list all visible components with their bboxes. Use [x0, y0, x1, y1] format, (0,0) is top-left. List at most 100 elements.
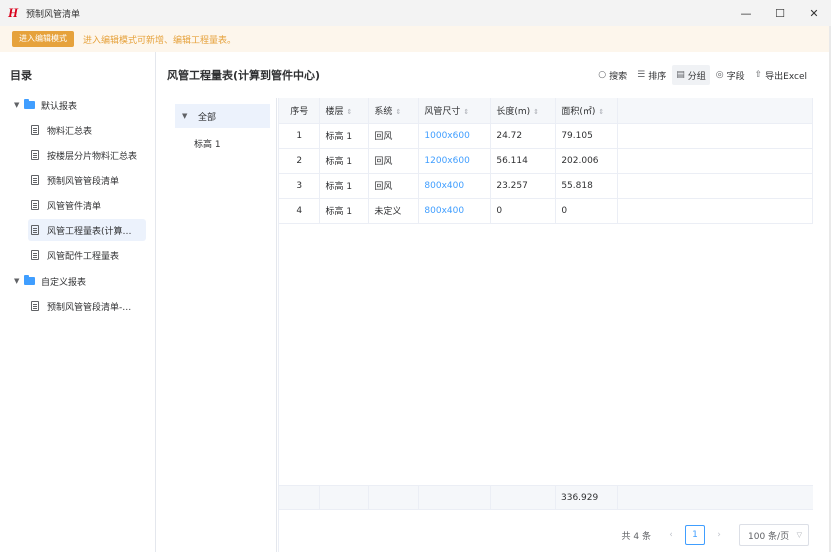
fields-button[interactable]: ◎ 字段 [712, 65, 749, 85]
page-number-button[interactable]: 1 [685, 525, 705, 545]
search-button[interactable]: ○ 搜索 [594, 65, 631, 85]
summary-cell [279, 486, 320, 509]
page-size-select[interactable]: 100 条/页 ▽ [739, 524, 809, 546]
page-title: 风管工程量表(计算到管件中心) [167, 69, 321, 82]
cell-system: 回风 [368, 123, 420, 149]
sidebar-item-floor-material-summary[interactable]: 按楼层分片物料汇总表 [28, 144, 146, 166]
document-icon [31, 125, 39, 135]
enter-edit-mode-button[interactable]: 进入编辑模式 [12, 31, 74, 47]
folder-icon [24, 99, 35, 109]
sort-arrows-icon[interactable]: ⇕ [346, 108, 352, 116]
cell-spacer [617, 173, 813, 199]
summary-area-total: 336.929 [556, 486, 618, 509]
cell-area: 79.105 [555, 123, 619, 149]
app-logo-icon: H [7, 5, 19, 20]
document-icon [31, 150, 39, 160]
cell-duct-size[interactable]: 800x400 [418, 173, 492, 199]
export-icon: ⇧ [754, 70, 763, 80]
cell-length: 56.114 [490, 148, 557, 174]
cell-duct-size[interactable]: 1200x600 [418, 148, 492, 174]
cell-area: 0 [555, 198, 619, 224]
group-item-all[interactable]: ▼ 全部 [175, 104, 270, 128]
column-header-length[interactable]: 长度(m) ⇕ [490, 98, 557, 124]
folder-label: 默认报表 [41, 101, 78, 112]
fields-icon: ◎ [715, 70, 724, 80]
folder-default-reports[interactable]: ▼ 默认报表 [14, 94, 144, 116]
fields-label: 字段 [726, 71, 745, 82]
folder-label: 自定义报表 [41, 277, 87, 288]
window-controls: — ☐ ✕ [729, 0, 831, 26]
column-header-floor[interactable]: 楼层 ⇕ [319, 98, 370, 124]
pagination: 共 4 条 ‹ 1 › 100 条/页 ▽ [622, 524, 809, 546]
sort-arrows-icon[interactable]: ⇕ [463, 108, 469, 116]
caret-down-icon: ▼ [182, 112, 188, 120]
table-row[interactable]: 4 标高 1 未定义 800x400 0 0 [279, 198, 813, 224]
sort-button[interactable]: ☰ 排序 [633, 65, 670, 85]
group-label: 标高 1 [194, 139, 221, 150]
title-bar: H 预制风管清单 — ☐ ✕ [0, 0, 831, 26]
sidebar-item-duct-fitting-list[interactable]: 风管管件清单 [28, 194, 146, 216]
search-icon: ○ [598, 70, 607, 80]
summary-cell [491, 486, 556, 509]
cell-floor: 标高 1 [319, 198, 370, 224]
table-header-row: 序号 楼层 ⇕ 系统 ⇕ 风管尺寸 ⇕ 长度(m) ⇕ 面积(㎡) ⇕ [279, 98, 813, 124]
cell-index: 2 [279, 148, 321, 174]
cell-area: 202.006 [555, 148, 619, 174]
cell-duct-size[interactable]: 1000x600 [418, 123, 492, 149]
cell-spacer [617, 198, 813, 224]
cell-index: 1 [279, 123, 321, 149]
cell-length: 24.72 [490, 123, 557, 149]
summary-cell [618, 486, 813, 509]
sidebar-item-duct-quantity-table[interactable]: 风管工程量表(计算… [28, 219, 146, 241]
maximize-button[interactable]: ☐ [763, 0, 797, 26]
document-icon [31, 225, 39, 235]
close-button[interactable]: ✕ [797, 0, 831, 26]
edit-mode-hint: 进入编辑模式可新增、编辑工程量表。 [83, 35, 237, 46]
column-header-duct-size[interactable]: 风管尺寸 ⇕ [418, 98, 492, 124]
column-header-spacer [617, 98, 813, 124]
sort-arrows-icon[interactable]: ⇕ [533, 108, 539, 116]
sort-icon: ☰ [637, 70, 646, 80]
cell-spacer [617, 123, 813, 149]
group-label: 全部 [198, 112, 217, 123]
summary-row: 336.929 [279, 485, 813, 510]
cell-length: 0 [490, 198, 557, 224]
document-icon [31, 200, 39, 210]
cell-spacer [617, 148, 813, 174]
sidebar-item-duct-segment-list[interactable]: 预制风管管段清单 [28, 169, 146, 191]
sidebar-item-duct-accessory-quantity[interactable]: 风管配件工程量表 [28, 244, 146, 266]
table-row[interactable]: 2 标高 1 回风 1200x600 56.114 202.006 [279, 148, 813, 174]
group-button[interactable]: ▤ 分组 [672, 65, 710, 85]
document-icon [31, 250, 39, 260]
caret-down-icon: ▼ [14, 101, 20, 109]
prev-page-icon[interactable]: ‹ [661, 530, 681, 540]
sidebar-item-label: 风管管件清单 [47, 201, 102, 212]
table-row[interactable]: 3 标高 1 回风 800x400 23.257 55.818 [279, 173, 813, 199]
cell-duct-size[interactable]: 800x400 [418, 198, 492, 224]
group-item-level-1[interactable]: 标高 1 [175, 131, 270, 155]
chevron-down-icon: ▽ [796, 531, 802, 539]
minimize-button[interactable]: — [729, 0, 763, 26]
sidebar-item-label: 风管配件工程量表 [47, 251, 120, 262]
sidebar-item-custom-duct-segment-list[interactable]: 预制风管管段清单-… [28, 295, 146, 317]
column-header-system[interactable]: 系统 ⇕ [368, 98, 420, 124]
folder-custom-reports[interactable]: ▼ 自定义报表 [14, 270, 144, 292]
cell-system: 未定义 [368, 198, 420, 224]
sort-arrows-icon[interactable]: ⇕ [395, 108, 401, 116]
sidebar-item-label: 按楼层分片物料汇总表 [47, 151, 138, 162]
cell-floor: 标高 1 [319, 148, 370, 174]
document-icon [31, 175, 39, 185]
summary-cell [369, 486, 419, 509]
page-size-value: 100 条/页 [748, 531, 790, 542]
cell-index: 3 [279, 173, 321, 199]
caret-down-icon: ▼ [14, 277, 20, 285]
sidebar-item-material-summary[interactable]: 物料汇总表 [28, 119, 146, 141]
sidebar-item-label: 预制风管管段清单 [47, 176, 120, 187]
export-excel-button[interactable]: ⇧ 导出Excel [751, 65, 811, 85]
next-page-icon[interactable]: › [709, 530, 729, 540]
sort-arrows-icon[interactable]: ⇕ [598, 108, 604, 116]
group-label: 分组 [687, 71, 706, 82]
column-header-area[interactable]: 面积(㎡) ⇕ [555, 98, 619, 124]
table-row[interactable]: 1 标高 1 回风 1000x600 24.72 79.105 [279, 123, 813, 149]
sidebar: 目录 ▼ 默认报表 物料汇总表 按楼层分片物料汇总表 预制风管管段清单 风管管件… [0, 52, 156, 552]
